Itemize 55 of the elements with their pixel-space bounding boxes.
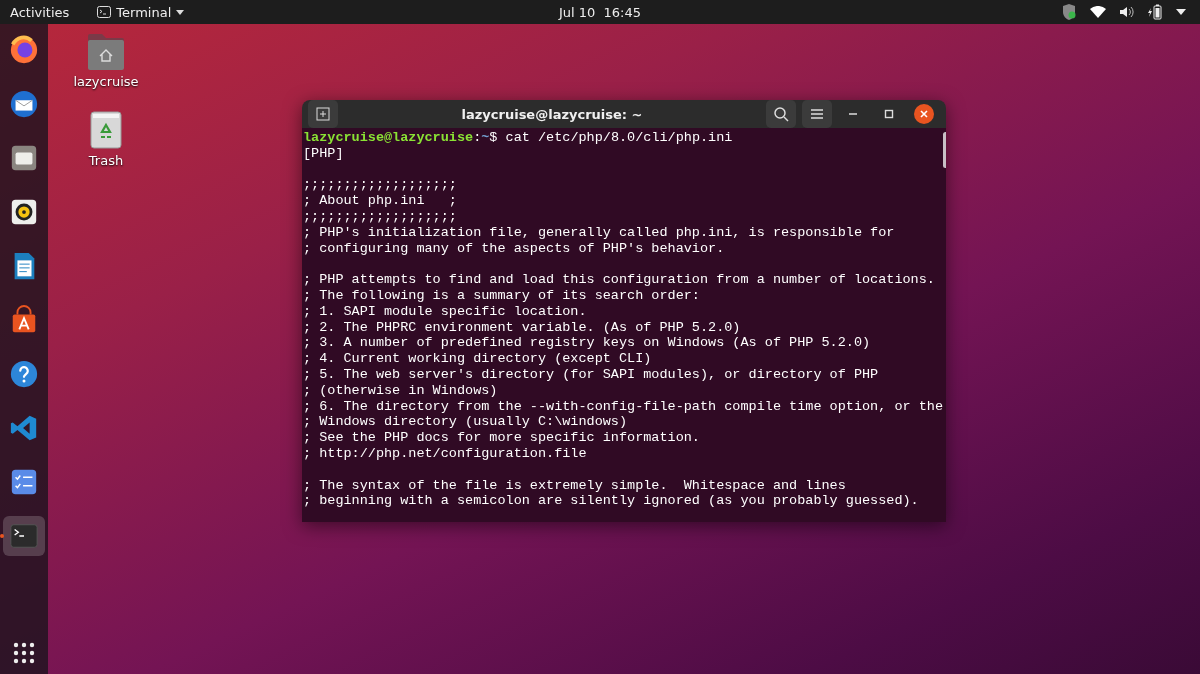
output-line: ; About php.ini ;	[303, 193, 457, 209]
output-line: ; The syntax of the file is extremely simple. Whitespace and lines	[303, 477, 846, 494]
output-line: ; http://php.net/configuration.file	[303, 445, 587, 462]
code-editor-icon	[9, 413, 39, 443]
output-line: ; PHP's initialization file, generally called php.ini, is responsible for	[303, 224, 895, 241]
output-line: ;;;;;;;;;;;;;;;;;;;	[303, 209, 457, 225]
output-line: ; See the PHP docs for more specific information.	[303, 430, 700, 446]
checklist-icon	[9, 467, 39, 497]
folder-icon	[9, 143, 39, 173]
search-icon	[773, 106, 789, 122]
desktop-icon-label[interactable]: lazycruise	[73, 74, 139, 89]
menu-button[interactable]	[802, 100, 832, 128]
desktop-icon-label[interactable]: Trash	[88, 153, 124, 168]
maximize-icon	[884, 109, 894, 119]
window-title: lazycruise@lazycruise: ~	[460, 106, 644, 122]
home-folder-icon	[86, 32, 126, 70]
output-line: ; beginning with a semicolon are silently ignored (as you probably guessed).	[303, 493, 919, 510]
shield-icon[interactable]	[1062, 4, 1076, 20]
output-line: ; (otherwise in Windows)	[303, 382, 498, 399]
output-line: ; 5. The web server's directory (for SAPI modules), or directory of PHP	[303, 366, 879, 383]
terminal-icon	[9, 521, 39, 551]
terminal-icon	[97, 6, 112, 18]
trash-icon	[90, 111, 122, 149]
minimize-icon	[848, 113, 858, 115]
output-line: ; 2. The PHPRC environment variable. (As of PHP 5.2.0)	[303, 319, 741, 336]
volume-icon[interactable]	[1120, 6, 1134, 18]
speaker-icon	[9, 197, 39, 227]
output-line: ; 1. SAPI module specific location.	[303, 303, 587, 320]
activities-button[interactable]: Activities	[10, 4, 70, 20]
app-grid-button[interactable]	[13, 642, 35, 664]
wifi-icon[interactable]	[1090, 6, 1106, 18]
clock[interactable]: Jul 10 16:45	[558, 4, 642, 20]
output-line: [PHP]	[303, 145, 344, 162]
output-line: ; 3. A number of predefined registry keys on Windows (As of PHP 5.2.0)	[303, 335, 871, 352]
output-line: ; Windows directory (usually C:\windows)	[303, 414, 628, 431]
output-line: ; 6. The directory from the --with-config-file-path compile time option, or the	[303, 398, 943, 415]
mail-icon	[9, 89, 39, 119]
app-menu[interactable]: Terminal	[97, 4, 185, 20]
menu-icon	[811, 109, 823, 119]
output-line: ; configuring many of the aspects of PHP's behavior.	[303, 240, 725, 257]
close-icon	[920, 110, 928, 118]
close-button[interactable]	[914, 104, 934, 124]
caret-icon	[176, 9, 185, 15]
new-tab-button[interactable]	[308, 100, 338, 128]
search-button[interactable]	[766, 100, 796, 128]
output-line: ; PHP attempts to find and load this configuration from a number of locations.	[303, 272, 935, 288]
battery-icon[interactable]	[1148, 4, 1162, 20]
help-icon	[9, 359, 39, 389]
output-line: ; The following is a summary of its search order:	[303, 287, 700, 304]
firefox-icon	[9, 35, 39, 65]
output-line: ; 4. Current working directory (except CLI)	[303, 351, 652, 367]
prompt-line: lazycruise@lazycruise:~$ cat /etc/php/8.0/cli/php.ini	[303, 130, 733, 146]
caret-icon[interactable]	[1176, 9, 1186, 15]
output-line: ;;;;;;;;;;;;;;;;;;;	[303, 177, 457, 194]
new-tab-icon	[316, 107, 330, 121]
